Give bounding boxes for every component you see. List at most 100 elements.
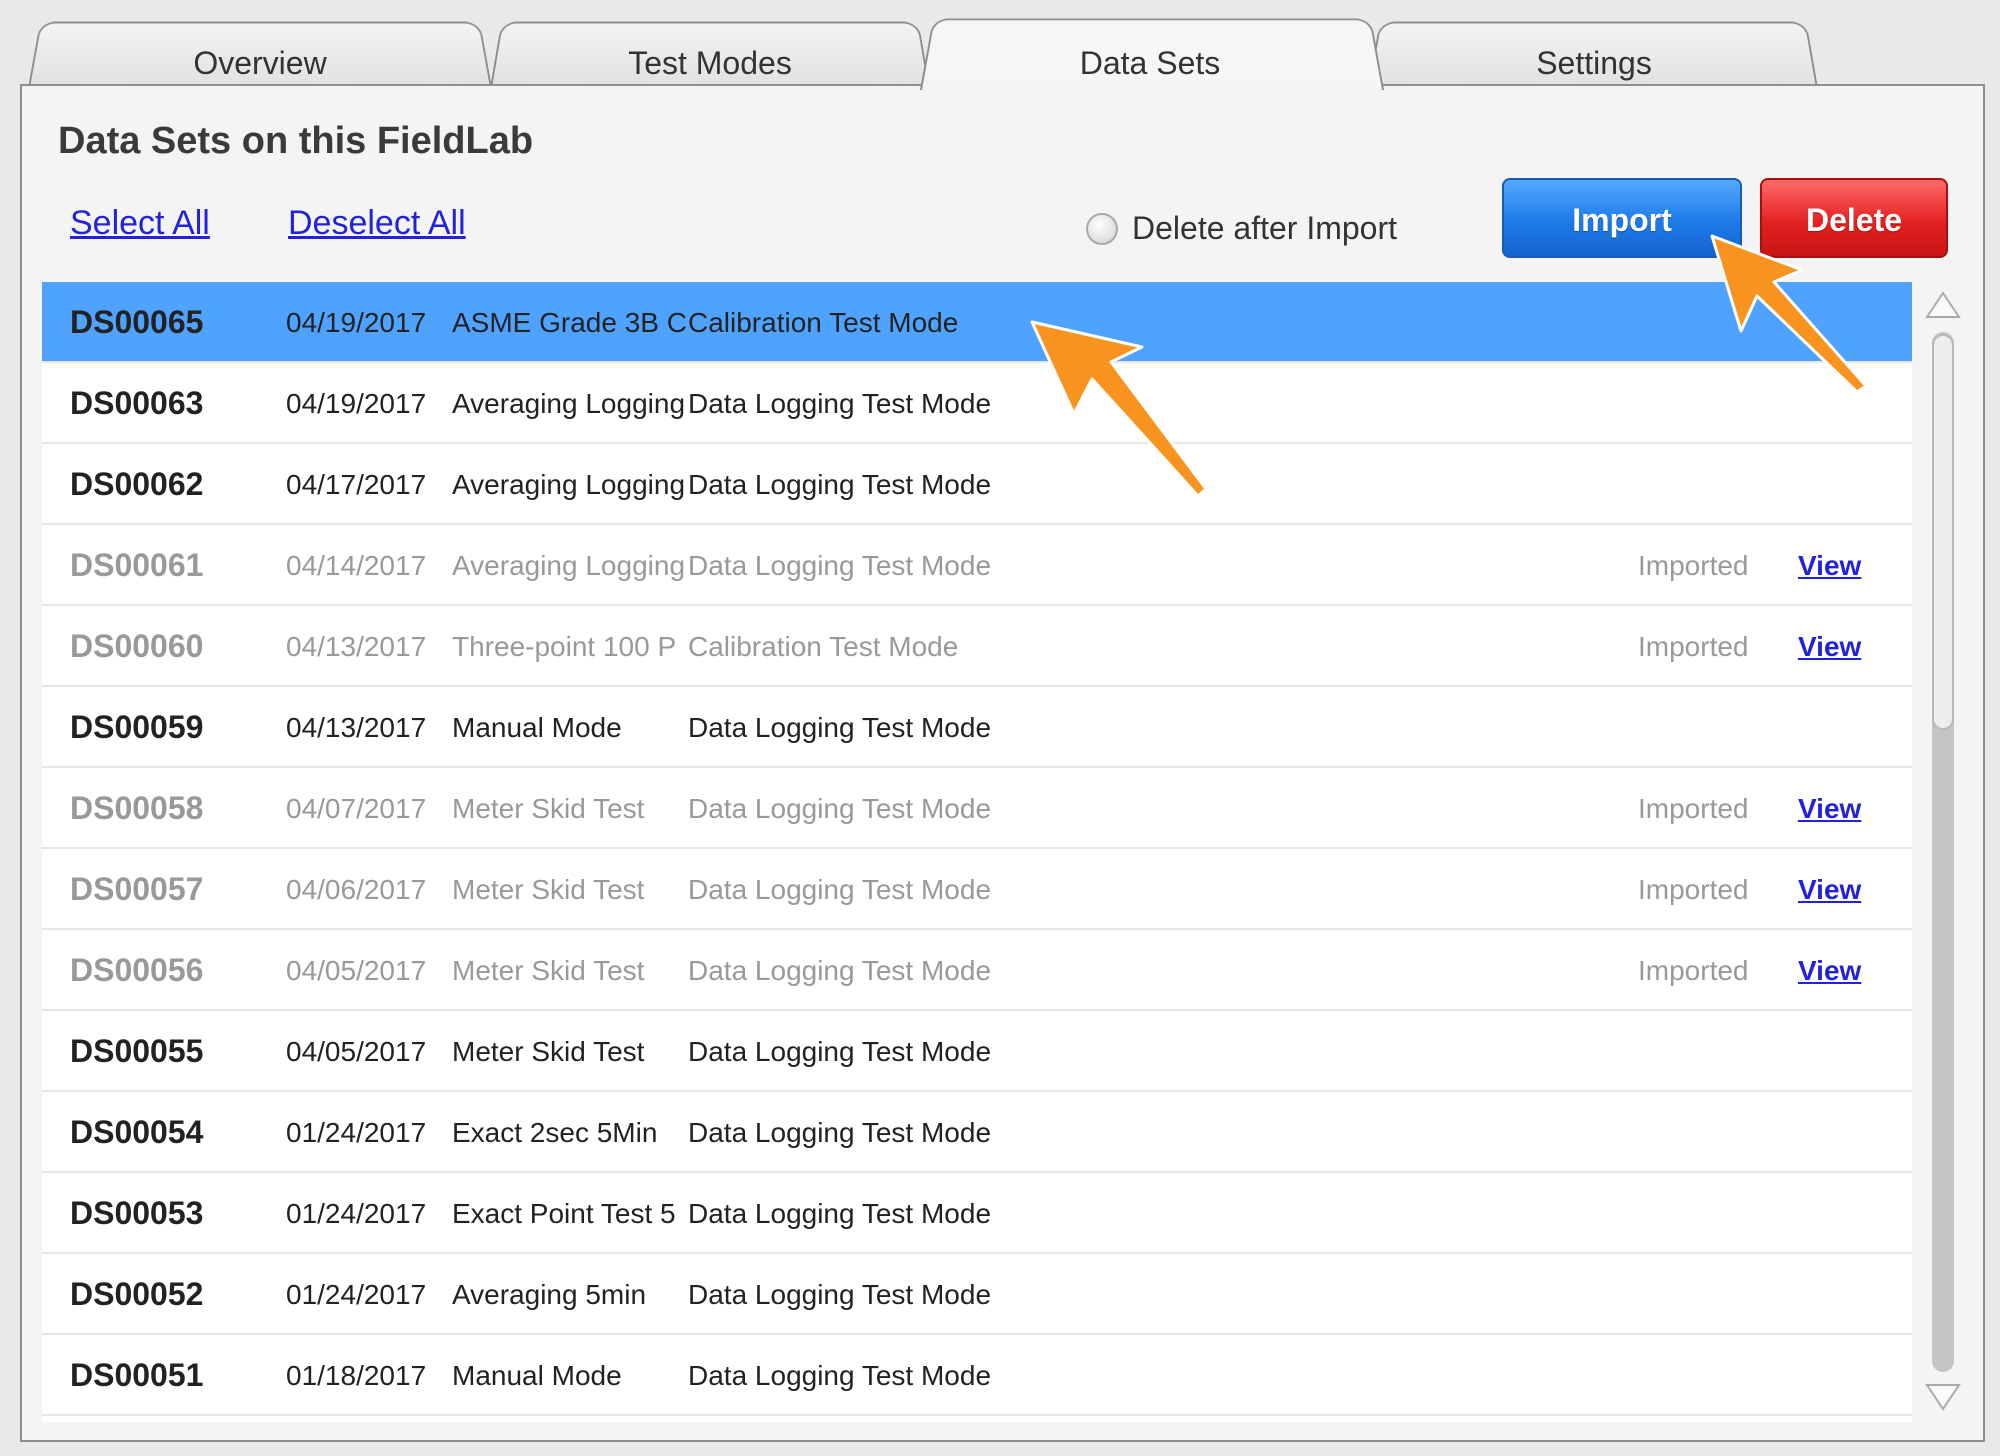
view-link	[1798, 1173, 1878, 1254]
view-link	[1798, 1092, 1878, 1173]
dataset-mode: Data Logging Test Mode	[688, 1036, 992, 1067]
dataset-mode: Data Logging Test Mode	[688, 712, 992, 743]
data-sets-panel: Data Sets on this FieldLab Select All De…	[20, 84, 1985, 1442]
dataset-name: Averaging Logging	[452, 550, 686, 581]
table-row[interactable]: DS00062 04/17/2017 Averaging Logging Data L…	[42, 444, 1912, 525]
view-link	[1798, 1011, 1878, 1092]
dataset-id: DS00065	[70, 304, 204, 340]
dataset-date: 01/24/2017	[286, 1117, 427, 1148]
view-link[interactable]: View	[1798, 606, 1878, 687]
table-row[interactable]: DS00052 01/24/2017 Averaging 5min Data Logg…	[42, 1254, 1912, 1335]
dataset-date: 04/05/2017	[286, 1036, 427, 1067]
table-row[interactable]: DS00055 04/05/2017 Meter Skid Test Data Log…	[42, 1011, 1912, 1092]
delete-after-import-option[interactable]: Delete after Import	[1086, 210, 1397, 247]
import-button[interactable]: Import	[1502, 178, 1742, 258]
view-link[interactable]: View	[1798, 930, 1878, 1011]
triangle-down-icon[interactable]	[1924, 1382, 1962, 1412]
dataset-id: DS00055	[70, 1033, 204, 1069]
status-badge	[1638, 1011, 1788, 1092]
status-badge	[1638, 444, 1788, 525]
dataset-id: DS00053	[70, 1195, 204, 1231]
table-row[interactable]: DS00060 04/13/2017 Three-point 100 P Calibr…	[42, 606, 1912, 687]
dataset-mode: Data Logging Test Mode	[688, 1360, 992, 1391]
table-row[interactable]: DS00051 01/18/2017 Manual Mode Data Logging…	[42, 1335, 1912, 1416]
dataset-id: DS00059	[70, 709, 204, 745]
view-link	[1798, 363, 1878, 444]
view-link	[1798, 687, 1878, 768]
dataset-name: Averaging Logging	[452, 388, 686, 419]
dataset-name: Meter Skid Test	[452, 1036, 645, 1067]
tab-overview[interactable]: Overview	[60, 38, 460, 88]
dataset-mode: Calibration Test Mode	[688, 631, 959, 662]
view-link	[1798, 282, 1878, 363]
table-row[interactable]: DS00065 04/19/2017 ASME Grade 3B Ca Calibra…	[42, 282, 1912, 363]
dataset-name: Exact Point Test 5	[452, 1198, 676, 1229]
dataset-id: DS00058	[70, 790, 204, 826]
dataset-mode: Data Logging Test Mode	[688, 955, 992, 986]
dataset-mode: Data Logging Test Mode	[688, 1279, 992, 1310]
dataset-name: Averaging Logging	[452, 469, 686, 500]
view-link	[1798, 1254, 1878, 1335]
status-badge: Imported	[1638, 793, 1749, 824]
dataset-id: DS00052	[70, 1276, 204, 1312]
dataset-name: Meter Skid Test	[452, 793, 645, 824]
dataset-id: DS00054	[70, 1114, 204, 1150]
dataset-date: 01/18/2017	[286, 1360, 427, 1391]
dataset-mode: Data Logging Test Mode	[688, 550, 992, 581]
view-link[interactable]: View	[1798, 525, 1878, 606]
tab-settings[interactable]: Settings	[1394, 38, 1794, 88]
dataset-date: 04/05/2017	[286, 955, 427, 986]
table-row[interactable]: DS00057 04/06/2017 Meter Skid Test Data Log…	[42, 849, 1912, 930]
dataset-date: 04/19/2017	[286, 307, 427, 338]
table-row[interactable]: DS00058 04/07/2017 Meter Skid Test Data Log…	[42, 768, 1912, 849]
dataset-name: Meter Skid Test	[452, 955, 645, 986]
table-row[interactable]: DS00061 04/14/2017 Averaging Logging Data L…	[42, 525, 1912, 606]
dataset-id: DS00061	[70, 547, 204, 583]
status-badge	[1638, 1335, 1788, 1416]
table-row[interactable]: DS00054 01/24/2017 Exact 2sec 5Min Data Log…	[42, 1092, 1912, 1173]
dataset-date: 01/24/2017	[286, 1198, 427, 1229]
deselect-all-link[interactable]: Deselect All	[288, 204, 466, 243]
status-badge	[1638, 687, 1788, 768]
dataset-name: ASME Grade 3B Ca	[452, 307, 686, 338]
dataset-id: DS00060	[70, 628, 204, 664]
triangle-up-icon[interactable]	[1924, 290, 1962, 320]
dataset-id: DS00056	[70, 952, 204, 988]
dataset-date: 04/13/2017	[286, 631, 427, 662]
scrollbar-thumb[interactable]	[1932, 334, 1954, 730]
tab-data-sets[interactable]: Data Sets	[950, 38, 1350, 88]
table-row[interactable]: DS00053 01/24/2017 Exact Point Test 5 Data …	[42, 1173, 1912, 1254]
dataset-id: DS00063	[70, 385, 204, 421]
tab-test-modes[interactable]: Test Modes	[510, 38, 910, 88]
delete-after-import-label: Delete after Import	[1132, 210, 1397, 246]
dataset-name: Three-point 100 P	[452, 631, 677, 662]
dataset-mode: Data Logging Test Mode	[688, 1198, 992, 1229]
status-badge	[1638, 1173, 1788, 1254]
select-all-link[interactable]: Select All	[70, 204, 210, 243]
dataset-date: 04/06/2017	[286, 874, 427, 905]
table-row[interactable]: DS00063 04/19/2017 Averaging Logging Data L…	[42, 363, 1912, 444]
dataset-date: 04/13/2017	[286, 712, 427, 743]
scrollbar[interactable]	[1918, 282, 1968, 1422]
dataset-mode: Data Logging Test Mode	[688, 1117, 992, 1148]
dataset-mode: Data Logging Test Mode	[688, 874, 992, 905]
dataset-name: Meter Skid Test	[452, 874, 645, 905]
dataset-mode: Data Logging Test Mode	[688, 469, 992, 500]
status-badge	[1638, 363, 1788, 444]
status-badge: Imported	[1638, 955, 1749, 986]
table-row[interactable]: DS00059 04/13/2017 Manual Mode Data Logging…	[42, 687, 1912, 768]
delete-button[interactable]: Delete	[1760, 178, 1948, 258]
dataset-date: 04/17/2017	[286, 469, 427, 500]
view-link[interactable]: View	[1798, 849, 1878, 930]
dataset-mode: Calibration Test Mode	[688, 307, 959, 338]
dataset-name: Manual Mode	[452, 712, 622, 743]
table-row[interactable]: DS00056 04/05/2017 Meter Skid Test Data Log…	[42, 930, 1912, 1011]
delete-after-import-radio[interactable]	[1086, 212, 1118, 245]
dataset-date: 04/07/2017	[286, 793, 427, 824]
dataset-name: Averaging 5min	[452, 1279, 647, 1310]
status-badge: Imported	[1638, 874, 1749, 905]
data-sets-list[interactable]: DS00065 04/19/2017 ASME Grade 3B Ca Calibra…	[42, 282, 1912, 1422]
page-title: Data Sets on this FieldLab	[58, 120, 534, 162]
view-link[interactable]: View	[1798, 768, 1878, 849]
dataset-id: DS00057	[70, 871, 204, 907]
